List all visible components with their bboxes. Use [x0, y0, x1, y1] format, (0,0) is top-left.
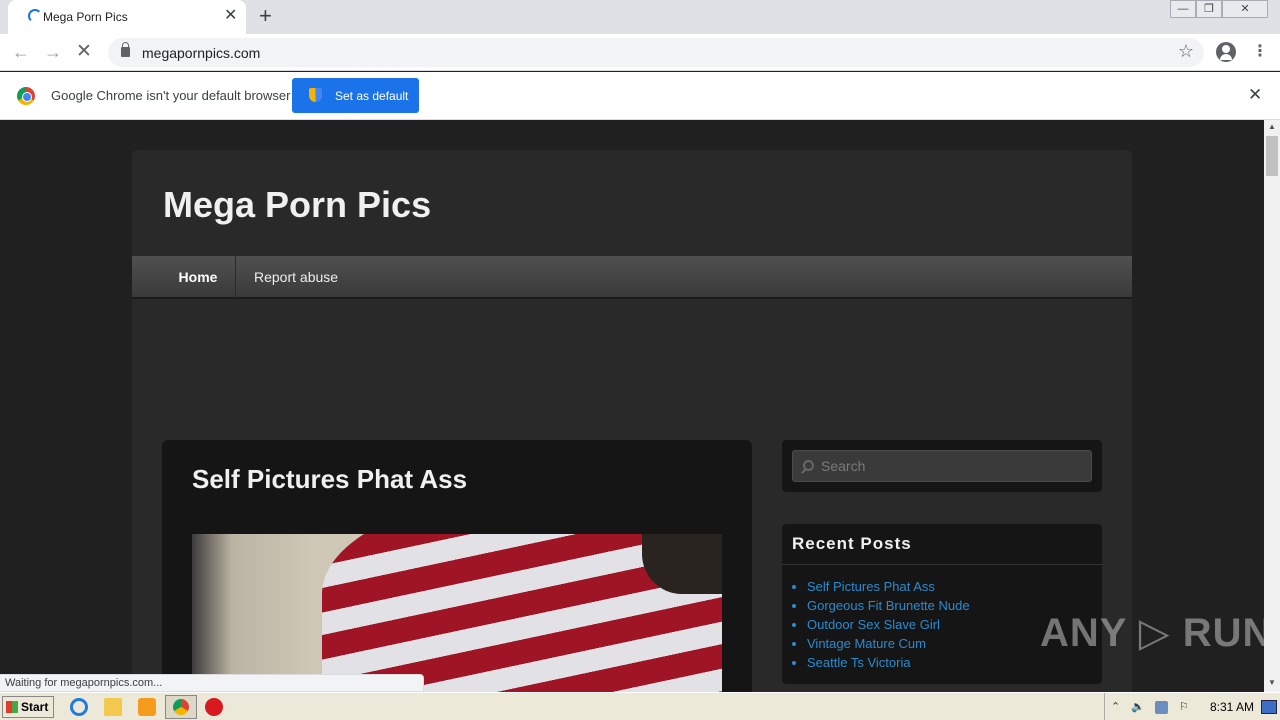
browser-toolbar: ← → ✕ megapornpics.com ☆ ⋮: [0, 34, 1280, 71]
windows-logo-icon: [6, 701, 18, 713]
page-viewport: Mega Porn Pics Home Report abuse Self Pi…: [0, 120, 1264, 692]
search-widget: Search: [782, 440, 1102, 492]
network-icon[interactable]: [1155, 701, 1168, 714]
search-icon: [803, 460, 814, 471]
show-desktop-icon[interactable]: [1261, 700, 1277, 714]
restore-button[interactable]: ❐: [1196, 0, 1222, 18]
action-center-flag-icon[interactable]: ⚐: [1179, 701, 1192, 714]
nav-report-abuse-link[interactable]: Report abuse: [254, 256, 338, 298]
divider: [782, 564, 1102, 565]
lock-icon[interactable]: [121, 42, 130, 57]
tab-close-icon[interactable]: ✕: [224, 7, 237, 25]
start-button[interactable]: Start: [2, 696, 54, 718]
folder-icon[interactable]: [104, 698, 122, 716]
post-article: Self Pictures Phat Ass: [162, 440, 752, 692]
search-placeholder: Search: [821, 458, 866, 474]
default-browser-infobar: Google Chrome isn't your default browser…: [0, 72, 1280, 120]
tab-title: Mega Porn Pics: [43, 10, 128, 24]
windows-taskbar: Start ⌃ 🔈 ⚐ 8:31 AM: [0, 692, 1280, 720]
tab-strip: Mega Porn Pics ✕ + — ❐ ✕: [0, 0, 1280, 34]
recent-post-link[interactable]: Outdoor Sex Slave Girl: [807, 615, 970, 634]
search-input[interactable]: Search: [792, 450, 1092, 482]
internet-explorer-icon[interactable]: [70, 698, 88, 716]
menu-icon[interactable]: ⋮: [1252, 40, 1268, 64]
chrome-icon: [173, 699, 189, 715]
shield-icon: [309, 88, 322, 102]
recent-post-link[interactable]: Vintage Mature Cum: [807, 634, 970, 653]
profile-icon[interactable]: [1216, 42, 1236, 62]
site-title[interactable]: Mega Porn Pics: [163, 184, 431, 226]
start-label: Start: [21, 700, 49, 714]
tray-chevron-icon[interactable]: ⌃: [1111, 701, 1124, 714]
site-nav: Home Report abuse: [132, 256, 1132, 299]
infobar-message: Google Chrome isn't your default browser: [51, 88, 291, 103]
nav-home-link[interactable]: Home: [132, 256, 236, 298]
clock[interactable]: 8:31 AM: [1210, 700, 1254, 714]
stop-loading-button[interactable]: ✕: [76, 41, 92, 63]
anyrun-watermark: ANY ▷ RUN: [1040, 611, 1273, 655]
recent-post-link[interactable]: Self Pictures Phat Ass: [807, 577, 970, 596]
recent-posts-title: Recent Posts: [792, 534, 912, 553]
post-image[interactable]: [192, 534, 722, 692]
infobar-close-icon[interactable]: ✕: [1248, 85, 1262, 105]
status-bubble: Waiting for megapornpics.com...: [0, 674, 424, 692]
set-as-default-label: Set as default: [335, 89, 409, 103]
system-tray: ⌃ 🔈 ⚐ 8:31 AM: [1104, 693, 1280, 720]
minimize-button[interactable]: —: [1170, 0, 1196, 18]
recent-posts-list: Self Pictures Phat Ass Gorgeous Fit Brun…: [807, 577, 970, 672]
recent-post-link[interactable]: Seattle Ts Victoria: [807, 653, 970, 672]
scroll-down-arrow-icon[interactable]: ▼: [1268, 678, 1276, 687]
loading-spinner-icon: [28, 9, 42, 23]
chrome-logo-icon: [17, 87, 35, 105]
speaker-icon[interactable]: 🔈: [1131, 701, 1145, 714]
status-text: Waiting for megapornpics.com...: [5, 677, 163, 689]
scroll-up-arrow-icon[interactable]: ▲: [1268, 122, 1276, 131]
recent-post-link[interactable]: Gorgeous Fit Brunette Nude: [807, 596, 970, 615]
set-as-default-button[interactable]: Set as default: [292, 78, 419, 113]
taskbar-chrome-button[interactable]: [165, 695, 197, 719]
media-player-icon[interactable]: [138, 698, 156, 716]
browser-tab[interactable]: Mega Porn Pics ✕: [8, 0, 246, 34]
window-close-button[interactable]: ✕: [1222, 0, 1268, 18]
window-controls: — ❐ ✕: [1170, 0, 1268, 20]
bookmark-star-icon[interactable]: ☆: [1178, 41, 1194, 62]
recent-posts-widget: Recent Posts Self Pictures Phat Ass Gorg…: [782, 524, 1102, 684]
site-container: Mega Porn Pics Home Report abuse Self Pi…: [132, 150, 1132, 692]
opera-icon[interactable]: [205, 698, 223, 716]
url-text[interactable]: megapornpics.com: [142, 45, 260, 61]
new-tab-button[interactable]: +: [259, 4, 272, 28]
forward-button[interactable]: →: [44, 41, 62, 63]
address-bar[interactable]: megapornpics.com ☆: [108, 38, 1204, 67]
page-scrollbar[interactable]: ▲ ▼: [1264, 120, 1280, 692]
scroll-thumb[interactable]: [1266, 136, 1278, 176]
back-button[interactable]: ←: [12, 41, 30, 63]
post-title[interactable]: Self Pictures Phat Ass: [192, 464, 467, 495]
